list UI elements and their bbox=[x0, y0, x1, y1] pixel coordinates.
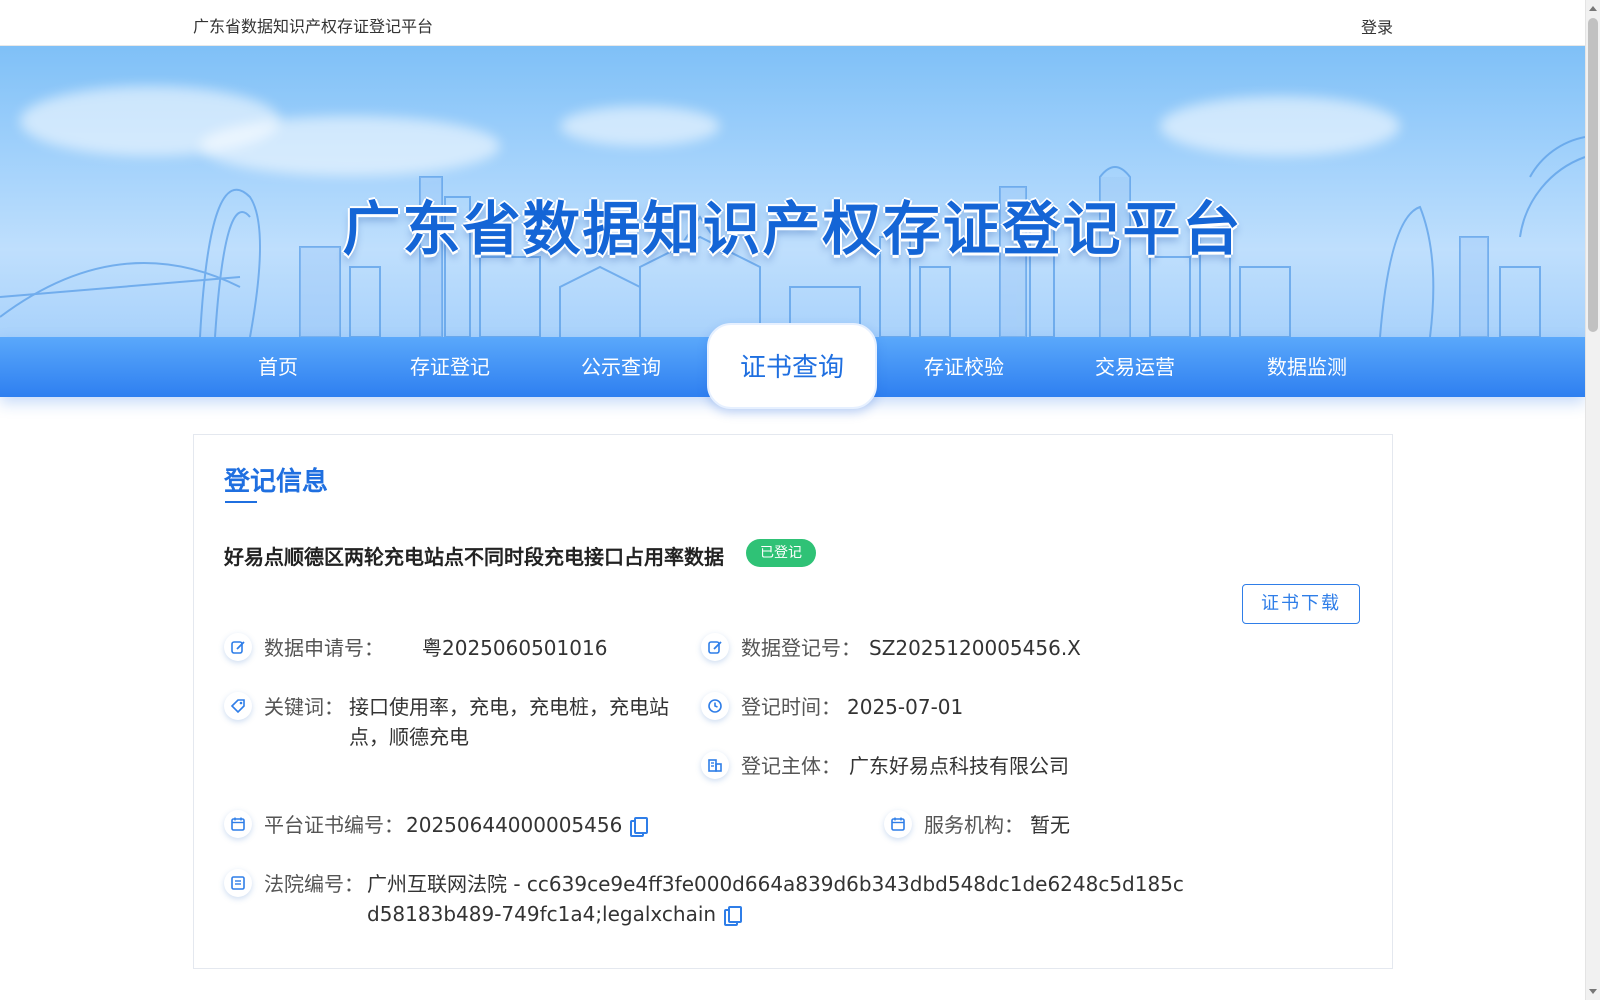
document-icon bbox=[224, 869, 252, 897]
edit-icon bbox=[224, 633, 252, 661]
nav-item-deposit-registration[interactable]: 存证登记 bbox=[365, 337, 535, 397]
hero-banner: 广东省数据知识产权存证登记平台 bbox=[0, 46, 1585, 337]
field-registrant: 登记主体： 广东好易点科技有限公司 bbox=[701, 751, 1181, 781]
field-registration-time: 登记时间： 2025-07-01 bbox=[701, 692, 1181, 722]
top-bar: 广东省数据知识产权存证登记平台 登录 bbox=[0, 0, 1585, 46]
calendar-icon bbox=[224, 810, 252, 838]
tag-icon bbox=[224, 692, 252, 720]
field-label: 法院编号： bbox=[264, 872, 364, 896]
field-value: 20250644000005456 bbox=[406, 813, 623, 837]
field-value: SZ2025120005456.X bbox=[869, 636, 1081, 660]
nav-item-certificate-query[interactable]: 证书查询 bbox=[707, 323, 877, 409]
section-title: 登记信息 bbox=[224, 467, 329, 497]
field-label: 登记时间： bbox=[741, 695, 841, 719]
site-name: 广东省数据知识产权存证登记平台 bbox=[193, 17, 434, 36]
copy-icon[interactable] bbox=[630, 817, 649, 837]
field-service-org: 服务机构： 暂无 bbox=[884, 810, 1284, 840]
hero-title: 广东省数据知识产权存证登记平台 bbox=[342, 195, 1243, 263]
field-court-no: 法院编号： 广州互联网法院 - cc639ce9e4ff3fe000d664a8… bbox=[224, 869, 1364, 929]
field-value: 接口使用率，充电，充电桩，充电站点，顺德充电 bbox=[349, 695, 669, 749]
building-icon bbox=[701, 751, 729, 779]
registration-info-card: 登记信息 好易点顺德区两轮充电站点不同时段充电接口占用率数据 已登记 证书下载 … bbox=[193, 434, 1393, 969]
nav-item-trade-operation[interactable]: 交易运营 bbox=[1050, 337, 1220, 397]
field-label: 服务机构： bbox=[924, 813, 1024, 837]
field-registration-no: 数据登记号： SZ2025120005456.X bbox=[701, 633, 1181, 663]
copy-icon[interactable] bbox=[724, 906, 743, 926]
field-label: 数据登记号： bbox=[741, 636, 861, 660]
field-value: 粤2025060501016 bbox=[422, 636, 608, 660]
field-label: 登记主体： bbox=[741, 754, 841, 778]
nav-item-home[interactable]: 首页 bbox=[193, 337, 363, 397]
login-link[interactable]: 登录 bbox=[1361, 14, 1393, 38]
field-cert-no: 平台证书编号： 20250644000005456 bbox=[224, 810, 784, 840]
nav-item-public-query[interactable]: 公示查询 bbox=[536, 337, 706, 397]
page-scrollbar[interactable] bbox=[1585, 0, 1600, 1000]
calendar-icon bbox=[884, 810, 912, 838]
field-label: 关键词： bbox=[264, 695, 344, 719]
field-application-no: 数据申请号： 粤2025060501016 bbox=[224, 633, 664, 663]
scroll-up-arrow-icon[interactable] bbox=[1589, 6, 1597, 11]
field-value: 暂无 bbox=[1030, 813, 1070, 837]
field-keywords: 关键词： 接口使用率，充电，充电桩，充电站点，顺德充电 bbox=[224, 692, 684, 752]
scroll-down-arrow-icon[interactable] bbox=[1589, 989, 1597, 994]
clock-icon bbox=[701, 692, 729, 720]
certificate-download-button[interactable]: 证书下载 bbox=[1242, 584, 1360, 624]
nav-item-data-monitoring[interactable]: 数据监测 bbox=[1222, 337, 1392, 397]
field-label: 数据申请号： bbox=[264, 636, 384, 660]
scroll-thumb[interactable] bbox=[1588, 18, 1598, 332]
section-title-underline bbox=[225, 501, 257, 503]
field-value: 2025-07-01 bbox=[847, 695, 964, 719]
nav-item-deposit-verification[interactable]: 存证校验 bbox=[879, 337, 1049, 397]
data-title: 好易点顺德区两轮充电站点不同时段充电接口占用率数据 bbox=[224, 545, 724, 569]
field-value: 广州互联网法院 - cc639ce9e4ff3fe000d664a839d6b3… bbox=[367, 872, 1184, 926]
edit-icon bbox=[701, 633, 729, 661]
field-value: 广东好易点科技有限公司 bbox=[849, 754, 1069, 778]
status-badge: 已登记 bbox=[746, 539, 816, 567]
main-nav: 首页 存证登记 公示查询 证书查询 存证校验 交易运营 数据监测 bbox=[0, 323, 1585, 409]
field-label: 平台证书编号： bbox=[264, 813, 404, 837]
